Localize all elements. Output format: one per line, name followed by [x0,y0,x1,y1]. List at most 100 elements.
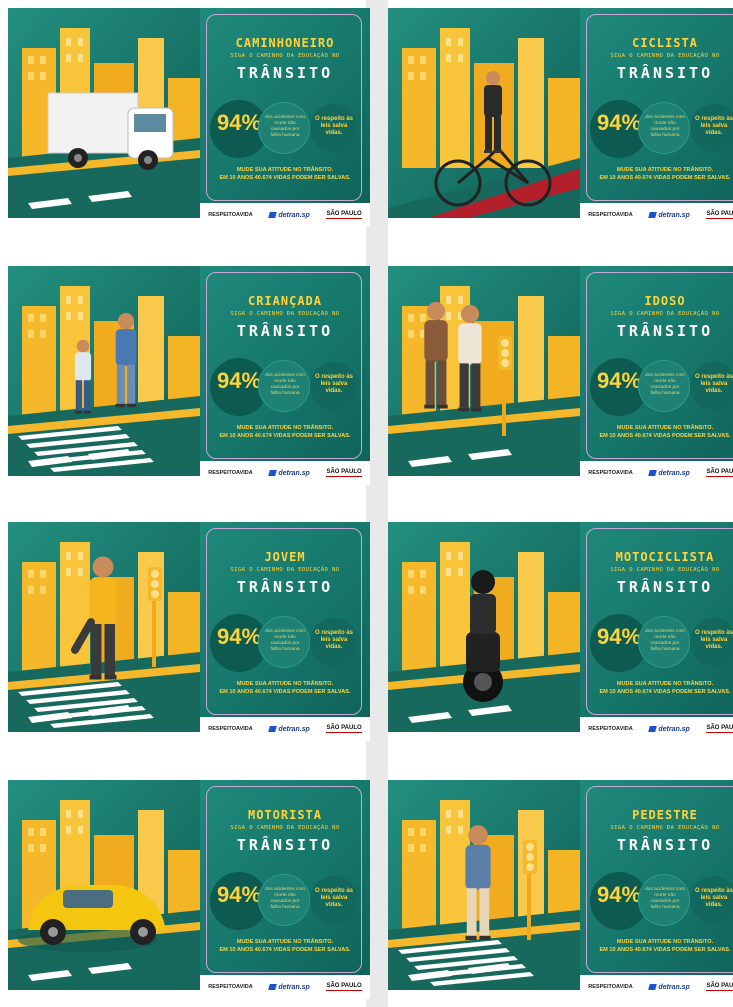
poster-transito: TRÂNSITO [616,578,714,596]
poster-title: CAMINHONEIRO [235,36,335,50]
sao-paulo-logo-text: SÃO PAULO [706,725,733,731]
poster-transito: TRÂNSITO [236,578,334,596]
poster-subtitle: SIGA O CAMINHO DA EDUCAÇÃO NO [230,825,340,831]
poster-footer-logos: RESPEITOAVIDA detran.sp SÃO PAULO [200,461,370,485]
poster-illustration [388,266,580,476]
detran-mark-icon [268,984,278,990]
poster-title: PEDESTRE [632,808,698,822]
poster-text-area: PEDESTRE SIGA O CAMINHO DA EDUCAÇÃO NO T… [580,780,733,975]
percent-value: 94% [216,882,262,907]
sao-paulo-logo: SÃO PAULO [706,469,733,477]
poster-panel-cyclist[interactable]: CICLISTA SIGA O CAMINHO DA EDUCAÇÃO NO T… [388,8,733,234]
mude-text: MUDE SUA ATITUDE NO TRÂNSITO. EM 10 ANOS… [580,938,733,954]
poster-panel-motorcycle[interactable]: MOTOCICLISTA SIGA O CAMINHO DA EDUCAÇÃO … [388,522,733,748]
mude-text: MUDE SUA ATITUDE NO TRÂNSITO. EM 10 ANOS… [200,424,370,440]
respeito-text: O respeito às leis salva vidas. [694,888,733,908]
sao-paulo-logo-text: SÃO PAULO [326,983,362,989]
detran-logo-text: detran.sp [658,983,690,991]
respeito-text: O respeito às leis salva vidas. [314,630,353,650]
poster-illustration [388,780,580,990]
respeito-bubble: O respeito às leis salva vidas. [690,618,733,666]
poster-panel-car[interactable]: MOTORISTA SIGA O CAMINHO DA EDUCAÇÃO NO … [8,780,370,1006]
acidentes-text: dos acidentes com morte são causados por… [265,373,305,396]
poster-title: IDOSO [644,294,686,308]
mude-text: MUDE SUA ATITUDE NO TRÂNSITO. EM 10 ANOS… [200,166,370,182]
poster-footer-logos: RESPEITOAVIDA detran.sp SÃO PAULO [200,203,370,227]
respeito-bubble: O respeito às leis salva vidas. [690,104,733,152]
detran-logo-text: detran.sp [278,469,310,477]
mude-line1: MUDE SUA ATITUDE NO TRÂNSITO. [616,681,714,687]
detran-mark-icon [268,212,278,218]
mude-line2: EM 10 ANOS 40.674 VIDAS PODEM SER SALVAS… [599,689,731,695]
mude-text: MUDE SUA ATITUDE NO TRÂNSITO. EM 10 ANOS… [580,424,733,440]
respeito-bubble: O respeito às leis salva vidas. [310,876,358,924]
poster-text-area: CAMINHONEIRO SIGA O CAMINHO DA EDUCAÇÃO … [200,8,370,203]
detran-logo-text: detran.sp [278,725,310,733]
acidentes-text: dos acidentes com morte são causados por… [645,115,685,138]
detran-mark-icon [268,726,278,732]
sao-paulo-logo-text: SÃO PAULO [706,469,733,475]
sao-paulo-logo-text: SÃO PAULO [326,211,362,217]
acidentes-bubble: dos acidentes com morte são causados por… [258,874,310,926]
respeito-text: O respeito às leis salva vidas. [694,374,733,394]
mude-line1: MUDE SUA ATITUDE NO TRÂNSITO. [236,167,334,173]
acidentes-text: dos acidentes com morte são causados por… [265,887,305,910]
poster-subtitle: SIGA O CAMINHO DA EDUCAÇÃO NO [610,53,720,59]
poster-panel-truck[interactable]: CAMINHONEIRO SIGA O CAMINHO DA EDUCAÇÃO … [8,8,370,234]
acidentes-bubble: dos acidentes com morte são causados por… [638,102,690,154]
poster-panel-pedestrian[interactable]: PEDESTRE SIGA O CAMINHO DA EDUCAÇÃO NO T… [388,780,733,1006]
sao-paulo-logo-text: SÃO PAULO [326,469,362,475]
mude-line2: EM 10 ANOS 40.674 VIDAS PODEM SER SALVAS… [599,175,731,181]
poster-transito: TRÂNSITO [616,836,714,854]
detran-logo: detran.sp [648,212,690,219]
detran-logo: detran.sp [268,984,310,991]
detran-logo: detran.sp [648,725,690,733]
detran-logo-text: detran.sp [278,211,310,219]
poster-panel-youth[interactable]: JOVEM SIGA O CAMINHO DA EDUCAÇÃO NO TRÂN… [8,522,370,748]
acidentes-text: dos acidentes com morte são causados por… [645,629,685,652]
poster-footer-logos: RESPEITOAVIDA detran.sp SÃO PAULO [200,975,370,999]
mude-text: MUDE SUA ATITUDE NO TRÂNSITO. EM 10 ANOS… [580,166,733,182]
acidentes-text: dos acidentes com morte são causados por… [265,115,305,138]
acidentes-text: dos acidentes com morte são causados por… [645,887,685,910]
mude-line2: EM 10 ANOS 40.674 VIDAS PODEM SER SALVAS… [599,433,731,439]
poster-transito: TRÂNSITO [616,64,714,82]
poster-subtitle: SIGA O CAMINHO DA EDUCAÇÃO NO [230,53,340,59]
detran-logo: detran.sp [268,725,310,733]
percent-value: 94% [216,624,262,649]
sao-paulo-logo-text: SÃO PAULO [326,725,362,731]
poster-text-area: CRIANÇADA SIGA O CAMINHO DA EDUCAÇÃO NO … [200,266,370,461]
detran-logo-text: detran.sp [658,725,690,733]
poster-subtitle: SIGA O CAMINHO DA EDUCAÇÃO NO [230,311,340,317]
respeito-bubble: O respeito às leis salva vidas. [310,362,358,410]
acidentes-bubble: dos acidentes com morte são causados por… [258,102,310,154]
poster-subtitle: SIGA O CAMINHO DA EDUCAÇÃO NO [610,311,720,317]
mude-line2: EM 10 ANOS 40.674 VIDAS PODEM SER SALVAS… [219,433,351,439]
mude-line1: MUDE SUA ATITUDE NO TRÂNSITO. [236,681,334,687]
poster-panel-children[interactable]: CRIANÇADA SIGA O CAMINHO DA EDUCAÇÃO NO … [8,266,370,492]
sao-paulo-logo-text: SÃO PAULO [706,983,733,989]
poster-text-area: CICLISTA SIGA O CAMINHO DA EDUCAÇÃO NO T… [580,8,733,203]
respeito-vida-logo: RESPEITOAVIDA [588,726,633,732]
respeito-bubble: O respeito às leis salva vidas. [310,618,358,666]
poster-title: CRIANÇADA [247,294,323,308]
poster-subtitle: SIGA O CAMINHO DA EDUCAÇÃO NO [610,825,720,831]
detran-mark-icon [648,470,658,476]
poster-title: JOVEM [264,550,306,564]
mude-line1: MUDE SUA ATITUDE NO TRÂNSITO. [616,425,714,431]
poster-illustration [8,8,200,218]
poster-panel-elderly[interactable]: IDOSO SIGA O CAMINHO DA EDUCAÇÃO NO TRÂN… [388,266,733,492]
respeito-text: O respeito às leis salva vidas. [314,374,353,394]
mude-text: MUDE SUA ATITUDE NO TRÂNSITO. EM 10 ANOS… [200,680,370,696]
respeito-text: O respeito às leis salva vidas. [694,116,733,136]
respeito-text: O respeito às leis salva vidas. [314,116,353,136]
poster-title: MOTOCICLISTA [615,550,715,564]
detran-logo: detran.sp [268,469,310,477]
mude-line1: MUDE SUA ATITUDE NO TRÂNSITO. [616,939,714,945]
percent-value: 94% [596,368,642,393]
poster-transito: TRÂNSITO [616,322,714,340]
poster-footer-logos: RESPEITOAVIDA detran.sp SÃO PAULO [580,461,733,485]
poster-text-area: IDOSO SIGA O CAMINHO DA EDUCAÇÃO NO TRÂN… [580,266,733,461]
respeito-text: O respeito às leis salva vidas. [694,630,733,650]
detran-logo: detran.sp [268,211,310,219]
